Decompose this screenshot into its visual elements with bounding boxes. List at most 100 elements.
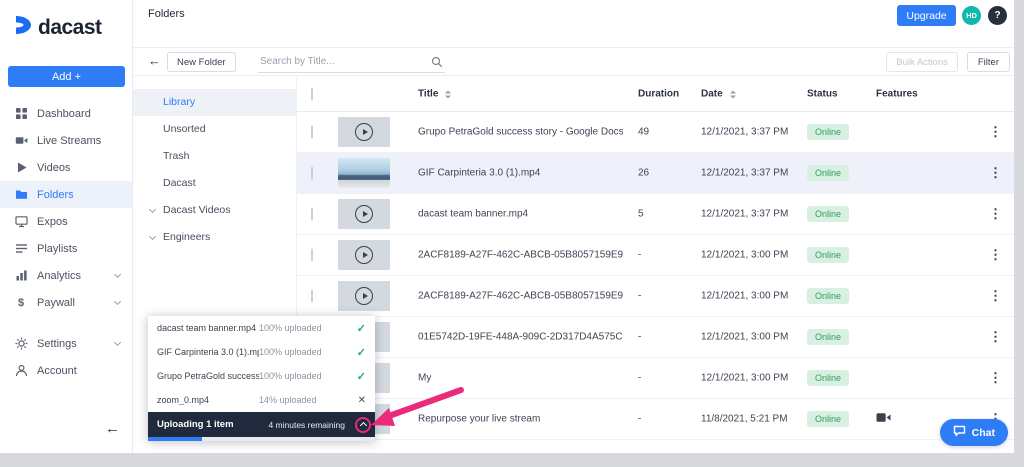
back-arrow-icon[interactable]: ← [148, 53, 161, 68]
collapse-sidebar-arrow[interactable]: ← [105, 420, 120, 437]
column-label: Features [876, 88, 918, 100]
row-checkbox[interactable] [311, 207, 313, 221]
row-checkbox[interactable] [311, 289, 313, 303]
video-duration: - [638, 290, 642, 302]
sidebar: dacast Add + Dashboard Live Streams Vide… [0, 0, 133, 453]
sidebar-item-label: Paywall [37, 296, 75, 309]
video-title[interactable]: Grupo PetraGold success story - Google D… [418, 127, 623, 138]
status-badge: Online [807, 411, 850, 427]
chevron-down-icon [148, 205, 157, 214]
table-row: GIF Carpinteria 3.0 (1).mp4 26 12/1/2021… [297, 153, 1014, 194]
videos-table: Title Duration Date Status Features Grup… [296, 77, 1014, 440]
column-label: Duration [638, 88, 680, 100]
help-icon[interactable]: ? [988, 6, 1007, 25]
row-menu-icon[interactable]: ⋮ [989, 206, 1002, 222]
video-title[interactable]: dacast team banner.mp4 [418, 209, 528, 220]
video-date: 12/1/2021, 3:00 PM [701, 249, 789, 261]
sidebar-item-label: Expos [37, 215, 68, 228]
tree-item-dacast[interactable]: Dacast [133, 170, 296, 197]
upload-progress-text: 14% uploaded [259, 395, 317, 405]
search-icon [431, 55, 443, 73]
sidebar-item-videos[interactable]: Videos [0, 154, 132, 181]
tree-item-label: Engineers [163, 231, 211, 243]
video-thumbnail[interactable] [338, 281, 390, 311]
video-date: 12/1/2021, 3:00 PM [701, 290, 789, 302]
sidebar-item-analytics[interactable]: Analytics [0, 262, 132, 289]
video-thumbnail[interactable] [338, 240, 390, 270]
avatar[interactable]: HD [962, 6, 981, 25]
row-menu-icon[interactable]: ⋮ [989, 370, 1002, 386]
row-checkbox[interactable] [311, 125, 313, 139]
upgrade-button[interactable]: Upgrade [897, 5, 956, 26]
status-badge: Online [807, 329, 850, 345]
status-badge: Online [807, 247, 850, 263]
column-header-status: Status [807, 89, 838, 100]
toolbar: ← New Folder Bulk Actions Filter [133, 47, 1014, 76]
sidebar-item-label: Settings [37, 337, 77, 350]
chevron-down-icon [113, 338, 122, 347]
chat-label: Chat [971, 426, 995, 439]
chevron-down-icon [113, 270, 122, 279]
table-row: Repurpose your live stream - 11/8/2021, … [297, 399, 1014, 440]
tree-item-dacast-videos[interactable]: Dacast Videos [133, 197, 296, 224]
row-menu-icon[interactable]: ⋮ [989, 288, 1002, 304]
sidebar-item-expos[interactable]: Expos [0, 208, 132, 235]
video-title[interactable]: 2ACF8189-A27F-462C-ABCB-05B8057159E9 ... [418, 291, 623, 302]
video-title[interactable]: Repurpose your live stream [418, 414, 540, 425]
video-thumbnail[interactable] [338, 158, 390, 188]
row-checkbox[interactable] [311, 248, 313, 262]
tree-item-label: Dacast Videos [163, 204, 231, 216]
sidebar-item-dashboard[interactable]: Dashboard [0, 100, 132, 127]
chat-button[interactable]: Chat [939, 419, 1008, 446]
sidebar-item-account[interactable]: Account [0, 357, 132, 384]
upload-progress-fill [148, 437, 203, 441]
row-menu-icon[interactable]: ⋮ [989, 165, 1002, 181]
column-label: Title [418, 88, 439, 100]
sidebar-item-live-streams[interactable]: Live Streams [0, 127, 132, 154]
tree-item-trash[interactable]: Trash [133, 143, 296, 170]
play-icon [355, 287, 373, 305]
video-thumbnail[interactable] [338, 199, 390, 229]
sidebar-item-playlists[interactable]: Playlists [0, 235, 132, 262]
video-title[interactable]: My [418, 373, 431, 384]
feature-camera-icon [876, 413, 891, 426]
account-person-icon [14, 364, 28, 377]
video-duration: 26 [638, 167, 650, 179]
add-button[interactable]: Add + [8, 66, 125, 87]
video-thumbnail[interactable] [338, 117, 390, 147]
check-icon: ✓ [356, 370, 366, 383]
row-checkbox[interactable] [311, 166, 313, 180]
row-menu-icon[interactable]: ⋮ [989, 329, 1002, 345]
video-title[interactable]: 01E5742D-19FE-448A-909C-2D317D4A575C (..… [418, 332, 623, 343]
select-all-checkbox[interactable] [311, 87, 313, 101]
video-duration: - [638, 372, 642, 384]
collapse-upload-panel-button[interactable] [355, 416, 371, 433]
column-header-date[interactable]: Date [701, 89, 736, 100]
video-date: 12/1/2021, 3:37 PM [701, 208, 789, 220]
check-icon: ✓ [356, 322, 366, 335]
filter-button[interactable]: Filter [966, 52, 1010, 72]
paywall-icon: $ [17, 296, 25, 309]
dashboard-icon [14, 107, 28, 120]
tree-item-library[interactable]: Library [133, 89, 296, 116]
video-duration: 5 [638, 208, 644, 220]
sidebar-item-folders[interactable]: Folders [0, 181, 132, 208]
cancel-upload-icon[interactable]: ✕ [358, 395, 366, 406]
table-row: 2ACF8189-A27F-462C-ABCB-05B8057159E9 ...… [297, 276, 1014, 317]
videos-icon [14, 161, 28, 174]
sidebar-item-settings[interactable]: Settings [0, 330, 132, 357]
video-title[interactable]: GIF Carpinteria 3.0 (1).mp4 [418, 168, 540, 179]
upload-progress-text: 100% uploaded [259, 323, 322, 333]
column-header-title[interactable]: Title [418, 88, 452, 100]
new-folder-button[interactable]: New Folder [167, 52, 236, 72]
bulk-actions-button[interactable]: Bulk Actions [886, 52, 958, 72]
upload-item: Grupo PetraGold success sto... 100% uplo… [148, 364, 375, 388]
tree-item-unsorted[interactable]: Unsorted [133, 116, 296, 143]
play-icon [355, 246, 373, 264]
sidebar-item-paywall[interactable]: $ Paywall [0, 289, 132, 316]
row-menu-icon[interactable]: ⋮ [989, 124, 1002, 140]
tree-item-engineers[interactable]: Engineers [133, 224, 296, 251]
row-menu-icon[interactable]: ⋮ [989, 247, 1002, 263]
video-title[interactable]: 2ACF8189-A27F-462C-ABCB-05B8057159E9 (..… [418, 250, 623, 261]
search-input[interactable] [258, 51, 445, 73]
